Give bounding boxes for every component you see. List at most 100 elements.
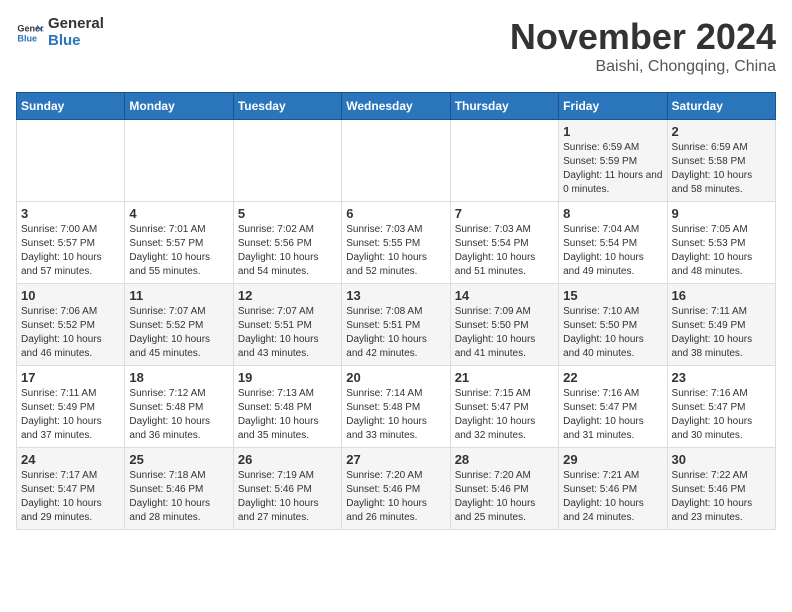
calendar-cell: 12 Sunrise: 7:07 AM Sunset: 5:51 PM Dayli…: [233, 284, 341, 366]
calendar-cell: 1 Sunrise: 6:59 AM Sunset: 5:59 PM Daylig…: [559, 120, 667, 202]
day-number: 10: [21, 288, 120, 303]
day-number: 16: [672, 288, 771, 303]
day-number: 3: [21, 206, 120, 221]
day-number: 18: [129, 370, 228, 385]
day-info: Sunrise: 7:14 AM Sunset: 5:48 PM Dayligh…: [346, 387, 445, 443]
calendar-cell: 20Sunrise: 7:14 AM Sunset: 5:48 PM Dayli…: [342, 366, 450, 448]
day-number: 30: [672, 452, 771, 467]
day-info: Sunrise: 7:06 AM Sunset: 5:52 PM Dayligh…: [21, 305, 120, 361]
day-number: 14: [455, 288, 554, 303]
day-number: 19: [238, 370, 337, 385]
day-number: 27: [346, 452, 445, 467]
day-number: 17: [21, 370, 120, 385]
col-wednesday: Wednesday: [342, 93, 450, 120]
calendar-cell: 27 Sunrise: 7:20 AM Sunset: 5:46 PM Dayli…: [342, 448, 450, 530]
calendar-cell: [17, 120, 125, 202]
day-info: Sunrise: 7:12 AM Sunset: 5:48 PM Dayligh…: [129, 387, 228, 443]
col-sunday: Sunday: [17, 93, 125, 120]
day-number: 7: [455, 206, 554, 221]
day-number: 6: [346, 206, 445, 221]
day-info: Sunrise: 7:17 AM Sunset: 5:47 PM Dayligh…: [21, 469, 120, 525]
col-saturday: Saturday: [667, 93, 775, 120]
logo-line2: Blue: [48, 33, 104, 50]
day-info: Sunrise: 7:09 AM Sunset: 5:50 PM Dayligh…: [455, 305, 554, 361]
day-info: Sunrise: 7:02 AM Sunset: 5:56 PM Dayligh…: [238, 223, 337, 279]
calendar-cell: 21 Sunrise: 7:15 AM Sunset: 5:47 PM Dayli…: [450, 366, 558, 448]
calendar-cell: 24 Sunrise: 7:17 AM Sunset: 5:47 PM Dayli…: [17, 448, 125, 530]
calendar-cell: 11Sunrise: 7:07 AM Sunset: 5:52 PM Dayli…: [125, 284, 233, 366]
day-info: Sunrise: 7:03 AM Sunset: 5:55 PM Dayligh…: [346, 223, 445, 279]
day-info: Sunrise: 7:10 AM Sunset: 5:50 PM Dayligh…: [563, 305, 662, 361]
calendar-table: Sunday Monday Tuesday Wednesday Thursday…: [16, 92, 776, 530]
day-info: Sunrise: 7:19 AM Sunset: 5:46 PM Dayligh…: [238, 469, 337, 525]
day-number: 23: [672, 370, 771, 385]
calendar-cell: 3 Sunrise: 7:00 AM Sunset: 5:57 PM Daylig…: [17, 202, 125, 284]
calendar-cell: 8 Sunrise: 7:04 AM Sunset: 5:54 PM Daylig…: [559, 202, 667, 284]
calendar-week-2: 10 Sunrise: 7:06 AM Sunset: 5:52 PM Dayli…: [17, 284, 776, 366]
day-info: Sunrise: 7:16 AM Sunset: 5:47 PM Dayligh…: [672, 387, 771, 443]
calendar-cell: 10 Sunrise: 7:06 AM Sunset: 5:52 PM Dayli…: [17, 284, 125, 366]
col-friday: Friday: [559, 93, 667, 120]
calendar-cell: 22Sunrise: 7:16 AM Sunset: 5:47 PM Dayli…: [559, 366, 667, 448]
calendar-header: Sunday Monday Tuesday Wednesday Thursday…: [17, 93, 776, 120]
day-info: Sunrise: 7:11 AM Sunset: 5:49 PM Dayligh…: [21, 387, 120, 443]
day-number: 29: [563, 452, 662, 467]
calendar-week-1: 3 Sunrise: 7:00 AM Sunset: 5:57 PM Daylig…: [17, 202, 776, 284]
day-number: 21: [455, 370, 554, 385]
location: Baishi, Chongqing, China: [510, 58, 776, 76]
svg-text:Blue: Blue: [17, 33, 37, 43]
page-header: General Blue General Blue November 2024 …: [16, 16, 776, 76]
day-number: 24: [21, 452, 120, 467]
calendar-cell: 15Sunrise: 7:10 AM Sunset: 5:50 PM Dayli…: [559, 284, 667, 366]
day-number: 26: [238, 452, 337, 467]
day-info: Sunrise: 7:15 AM Sunset: 5:47 PM Dayligh…: [455, 387, 554, 443]
title-block: November 2024 Baishi, Chongqing, China: [510, 16, 776, 76]
day-info: Sunrise: 6:59 AM Sunset: 5:59 PM Dayligh…: [563, 141, 662, 197]
calendar-cell: 26 Sunrise: 7:19 AM Sunset: 5:46 PM Dayli…: [233, 448, 341, 530]
day-number: 9: [672, 206, 771, 221]
day-info: Sunrise: 7:05 AM Sunset: 5:53 PM Dayligh…: [672, 223, 771, 279]
calendar-cell: 5 Sunrise: 7:02 AM Sunset: 5:56 PM Daylig…: [233, 202, 341, 284]
day-number: 1: [563, 124, 662, 139]
day-info: Sunrise: 7:03 AM Sunset: 5:54 PM Dayligh…: [455, 223, 554, 279]
calendar-cell: 16 Sunrise: 7:11 AM Sunset: 5:49 PM Dayli…: [667, 284, 775, 366]
day-info: Sunrise: 7:21 AM Sunset: 5:46 PM Dayligh…: [563, 469, 662, 525]
header-row: Sunday Monday Tuesday Wednesday Thursday…: [17, 93, 776, 120]
calendar-cell: [233, 120, 341, 202]
month-title: November 2024: [510, 16, 776, 58]
day-info: Sunrise: 7:11 AM Sunset: 5:49 PM Dayligh…: [672, 305, 771, 361]
day-info: Sunrise: 7:13 AM Sunset: 5:48 PM Dayligh…: [238, 387, 337, 443]
col-tuesday: Tuesday: [233, 93, 341, 120]
calendar-cell: 7 Sunrise: 7:03 AM Sunset: 5:54 PM Daylig…: [450, 202, 558, 284]
calendar-cell: 9 Sunrise: 7:05 AM Sunset: 5:53 PM Daylig…: [667, 202, 775, 284]
day-info: Sunrise: 7:07 AM Sunset: 5:51 PM Dayligh…: [238, 305, 337, 361]
day-info: Sunrise: 7:20 AM Sunset: 5:46 PM Dayligh…: [346, 469, 445, 525]
day-info: Sunrise: 7:08 AM Sunset: 5:51 PM Dayligh…: [346, 305, 445, 361]
day-number: 11: [129, 288, 228, 303]
col-thursday: Thursday: [450, 93, 558, 120]
day-info: Sunrise: 7:18 AM Sunset: 5:46 PM Dayligh…: [129, 469, 228, 525]
calendar-cell: 23 Sunrise: 7:16 AM Sunset: 5:47 PM Dayli…: [667, 366, 775, 448]
day-number: 12: [238, 288, 337, 303]
day-info: Sunrise: 7:20 AM Sunset: 5:46 PM Dayligh…: [455, 469, 554, 525]
calendar-cell: 17 Sunrise: 7:11 AM Sunset: 5:49 PM Dayli…: [17, 366, 125, 448]
calendar-cell: 28Sunrise: 7:20 AM Sunset: 5:46 PM Dayli…: [450, 448, 558, 530]
col-monday: Monday: [125, 93, 233, 120]
calendar-cell: 18 Sunrise: 7:12 AM Sunset: 5:48 PM Dayli…: [125, 366, 233, 448]
calendar-cell: 30 Sunrise: 7:22 AM Sunset: 5:46 PM Dayli…: [667, 448, 775, 530]
day-number: 13: [346, 288, 445, 303]
calendar-cell: [125, 120, 233, 202]
calendar-week-0: 1 Sunrise: 6:59 AM Sunset: 5:59 PM Daylig…: [17, 120, 776, 202]
calendar-cell: 13 Sunrise: 7:08 AM Sunset: 5:51 PM Dayli…: [342, 284, 450, 366]
day-info: Sunrise: 6:59 AM Sunset: 5:58 PM Dayligh…: [672, 141, 771, 197]
day-info: Sunrise: 7:04 AM Sunset: 5:54 PM Dayligh…: [563, 223, 662, 279]
logo-line1: General: [48, 16, 104, 33]
calendar-week-3: 17 Sunrise: 7:11 AM Sunset: 5:49 PM Dayli…: [17, 366, 776, 448]
day-info: Sunrise: 7:01 AM Sunset: 5:57 PM Dayligh…: [129, 223, 228, 279]
day-number: 5: [238, 206, 337, 221]
day-info: Sunrise: 7:00 AM Sunset: 5:57 PM Dayligh…: [21, 223, 120, 279]
calendar-cell: 6 Sunrise: 7:03 AM Sunset: 5:55 PM Daylig…: [342, 202, 450, 284]
logo: General Blue General Blue: [16, 16, 104, 49]
day-number: 8: [563, 206, 662, 221]
day-info: Sunrise: 7:22 AM Sunset: 5:46 PM Dayligh…: [672, 469, 771, 525]
